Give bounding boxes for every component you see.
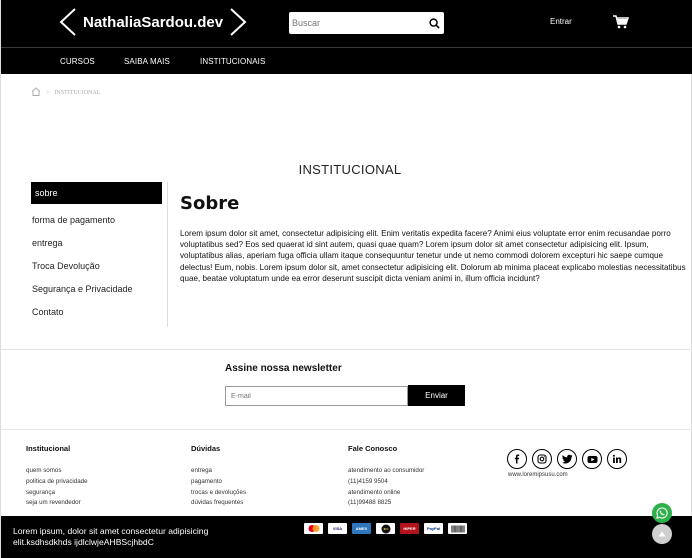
- instagram-icon[interactable]: [532, 449, 552, 469]
- main-nav: CURSOS SAIBA MAIS INSTITUCIONAIS: [1, 47, 692, 74]
- footer-col-title: Institucional: [26, 444, 71, 453]
- search-box: [289, 12, 444, 34]
- page-title: INSTITUCIONAL: [298, 162, 402, 177]
- paypal-icon: PayPal: [424, 523, 443, 534]
- sidebar-item-troca-devolucao[interactable]: Troca Devolução: [31, 255, 167, 278]
- sidebar-item-sobre[interactable]: sobre: [31, 182, 162, 204]
- linkedin-icon[interactable]: [607, 449, 627, 469]
- content-heading: Sobre: [180, 193, 240, 214]
- sidebar-item-contato[interactable]: Contato: [31, 301, 167, 324]
- payment-methods: VISA AMEX HIPER PayPal: [304, 523, 467, 534]
- breadcrumb-current: INSTITUCIONAL: [54, 89, 101, 96]
- nav-item-saiba-mais[interactable]: SAIBA MAIS: [124, 57, 170, 66]
- search-icon[interactable]: [424, 13, 444, 33]
- login-link[interactable]: Entrar: [550, 17, 572, 26]
- mastercard-icon: [304, 523, 323, 534]
- footer-col-duvidas: Dúvidas entrega pagamento trocas e devol…: [191, 444, 246, 509]
- footer-link[interactable]: política de privacidade: [26, 477, 88, 488]
- elo-icon: [376, 523, 395, 534]
- home-icon[interactable]: [31, 87, 41, 98]
- scroll-to-top-icon[interactable]: [652, 524, 672, 544]
- boleto-icon: [448, 523, 467, 534]
- social-links: [507, 449, 627, 469]
- footer-link[interactable]: pagamento: [191, 477, 246, 488]
- sidebar: sobre forma de pagamento entrega Troca D…: [31, 182, 168, 327]
- amex-icon: AMEX: [352, 523, 371, 534]
- main-content: Sobre Lorem ipsum dolor sit amet, consec…: [180, 193, 688, 284]
- footer-link[interactable]: (11)99488 8825: [348, 498, 424, 509]
- footer-link[interactable]: quem somos: [26, 466, 88, 477]
- site-url[interactable]: www.loremipsusu.com: [508, 472, 568, 478]
- header: NathaliaSardou.dev Entrar: [1, 0, 692, 47]
- footer-col-institucional: Institucional quem somos política de pri…: [26, 444, 88, 509]
- logo-right-chevron-icon: [230, 8, 247, 36]
- divider: [1, 349, 692, 350]
- hipercard-icon: HIPER: [400, 523, 419, 534]
- nav-item-cursos[interactable]: CURSOS: [60, 57, 95, 66]
- whatsapp-icon[interactable]: [652, 503, 672, 523]
- page: NathaliaSardou.dev Entrar CURSOS SAIBA M…: [0, 0, 692, 558]
- cart-icon[interactable]: [613, 15, 630, 34]
- footer-col-title: Fale Conosco: [348, 444, 398, 453]
- content-body: Lorem ipsum dolor sit amet, consectetur …: [180, 229, 686, 283]
- logo-left-chevron-icon: [59, 8, 76, 36]
- logo[interactable]: NathaliaSardou.dev: [59, 7, 247, 37]
- footer-link[interactable]: trocas e devoluções: [191, 488, 246, 499]
- footer-link[interactable]: (11)4159 9504: [348, 477, 424, 488]
- footer-bottom-bar: Lorem ipsum, dolor sit amet consectetur …: [1, 516, 692, 558]
- visa-icon: VISA: [328, 523, 347, 534]
- newsletter-submit-button[interactable]: Enviar: [408, 385, 465, 406]
- logo-text: NathaliaSardou.dev: [83, 13, 224, 31]
- facebook-icon[interactable]: [507, 449, 527, 469]
- footer-bottom-text: Lorem ipsum, dolor sit amet consectetur …: [13, 526, 209, 547]
- divider: [1, 429, 692, 430]
- footer-link[interactable]: dúvidas frequentes: [191, 498, 246, 509]
- footer-col-fale-conosco: Fale Conosco atendimento ao consumidor (…: [348, 444, 424, 509]
- search-input[interactable]: [289, 13, 424, 33]
- footer-link[interactable]: atendimento online: [348, 488, 424, 499]
- twitter-icon[interactable]: [557, 449, 577, 469]
- breadcrumb: > INSTITUCIONAL: [31, 87, 100, 98]
- newsletter-title: Assine nossa newsletter: [225, 363, 342, 374]
- breadcrumb-separator: >: [46, 89, 50, 96]
- footer-link[interactable]: segurança: [26, 488, 88, 499]
- footer-link[interactable]: entrega: [191, 466, 246, 477]
- newsletter-email-input[interactable]: [225, 386, 408, 406]
- footer-col-title: Dúvidas: [191, 444, 221, 453]
- youtube-icon[interactable]: [582, 449, 602, 469]
- footer-link[interactable]: atendimento ao consumidor: [348, 466, 424, 477]
- nav-item-institucionais[interactable]: INSTITUCIONAIS: [200, 57, 265, 66]
- sidebar-item-entrega[interactable]: entrega: [31, 232, 167, 255]
- sidebar-item-seguranca[interactable]: Segurança e Privacidade: [31, 278, 167, 301]
- footer-link[interactable]: seja um revendedor: [26, 498, 88, 509]
- sidebar-item-forma-de-pagamento[interactable]: forma de pagamento: [31, 209, 167, 232]
